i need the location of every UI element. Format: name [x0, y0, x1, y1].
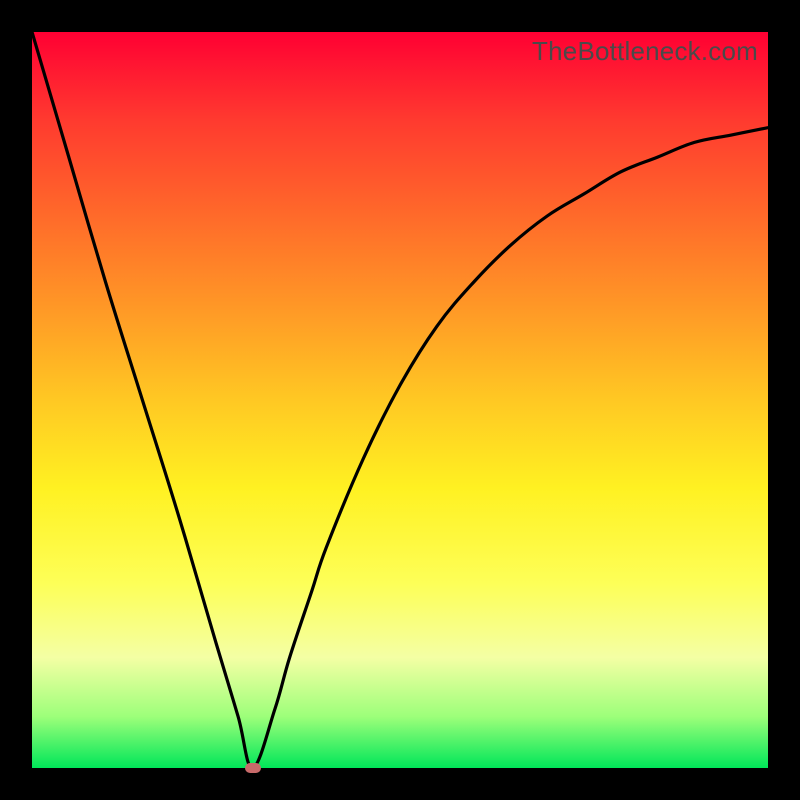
minimum-marker — [245, 763, 261, 773]
chart-frame: TheBottleneck.com — [0, 0, 800, 800]
watermark-text: TheBottleneck.com — [532, 36, 758, 67]
chart-plot-area: TheBottleneck.com — [32, 32, 768, 768]
bottleneck-curve-path — [32, 32, 768, 768]
curve-svg — [32, 32, 768, 768]
